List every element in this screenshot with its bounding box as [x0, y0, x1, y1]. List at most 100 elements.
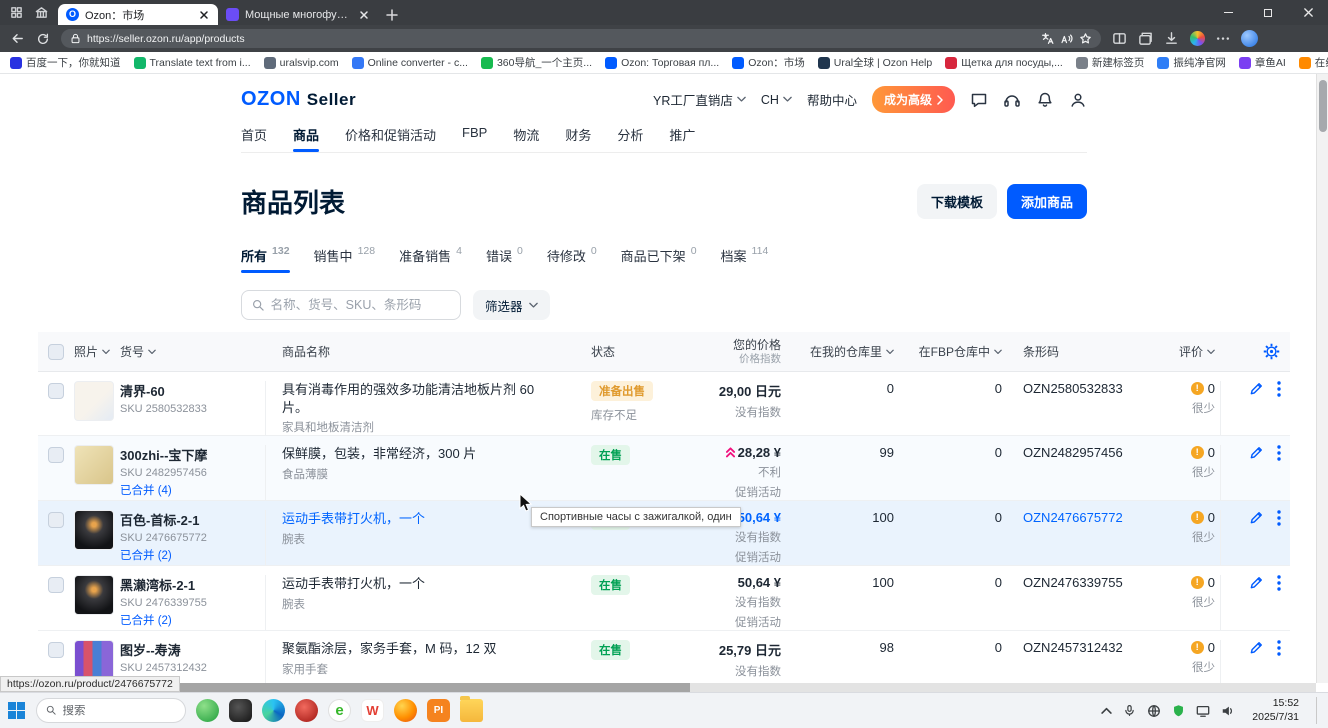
row-menu-kebab-icon[interactable] [1277, 381, 1281, 397]
settings-menu-icon[interactable] [1216, 36, 1230, 41]
translate-icon[interactable] [1041, 32, 1054, 45]
row-menu-kebab-icon[interactable] [1277, 640, 1281, 656]
merged-link[interactable]: 已合并 (4) [120, 482, 255, 498]
product-photo[interactable] [74, 640, 114, 680]
merged-link[interactable]: 已合并 (2) [120, 612, 255, 628]
browser-tab-inactive[interactable]: Мощные многофункциональн... [218, 4, 378, 25]
goods-number[interactable]: 图岁--寿涛 [120, 640, 255, 659]
filters-button[interactable]: 筛选器 [473, 290, 550, 320]
back-icon[interactable] [10, 31, 25, 46]
favorites-star-icon[interactable] [1079, 32, 1092, 45]
nav-pricing-promos[interactable]: 价格和促销活动 [345, 125, 436, 152]
bookmark-item[interactable]: 新建标签页 [1076, 55, 1145, 70]
bookmark-item[interactable]: 在线转换器 - 免费... [1299, 55, 1328, 70]
row-menu-kebab-icon[interactable] [1277, 510, 1281, 526]
edit-pencil-icon[interactable] [1249, 575, 1264, 590]
read-aloud-icon[interactable] [1060, 32, 1073, 45]
nav-home[interactable]: 首页 [241, 125, 267, 152]
e-browser-icon[interactable] [328, 699, 351, 722]
row-checkbox[interactable] [48, 642, 64, 658]
goods-number[interactable]: 百色-首标-2-1 [120, 510, 255, 529]
bell-icon[interactable] [1036, 91, 1054, 109]
product-photo[interactable] [74, 445, 114, 485]
new-tab-icon[interactable] [386, 9, 398, 21]
vertical-scrollbar-thumb[interactable] [1319, 80, 1327, 132]
filter-tab-unlisted[interactable]: 商品已下架0 [621, 246, 697, 273]
nav-products[interactable]: 商品 [293, 125, 319, 152]
bookmark-item[interactable]: Online converter - c... [352, 57, 468, 69]
bookmark-item[interactable]: 章鱼AI [1239, 55, 1286, 70]
table-settings-gear-icon[interactable] [1263, 343, 1280, 360]
product-name-link[interactable]: 运动手表带打火机，一个 [282, 510, 550, 528]
file-explorer-icon[interactable] [460, 699, 483, 722]
col-photo[interactable]: 照片 [74, 343, 118, 360]
bookmark-item[interactable]: 振纯净官网 [1157, 55, 1226, 70]
address-bar[interactable]: https://seller.ozon.ru/app/products [61, 29, 1101, 48]
add-product-button[interactable]: 添加商品 [1007, 184, 1087, 219]
taskbar-search[interactable] [36, 698, 186, 723]
split-screen-icon[interactable] [1112, 31, 1127, 46]
vertical-scrollbar[interactable] [1316, 74, 1328, 683]
product-photo[interactable] [74, 575, 114, 615]
merged-link[interactable]: 已合并 (2) [120, 547, 255, 563]
close-icon[interactable] [1288, 0, 1328, 25]
bookmark-item[interactable]: 360导航_一个主页... [481, 55, 592, 70]
profile-avatar[interactable] [1241, 30, 1258, 47]
filter-tab-selling[interactable]: 销售中128 [314, 246, 376, 273]
filter-tab-all[interactable]: 所有132 [241, 246, 290, 273]
product-name[interactable]: 保鲜膜，包装，非常经济，300 片 [282, 445, 550, 463]
help-center-link[interactable]: 帮助中心 [807, 90, 857, 109]
row-checkbox[interactable] [48, 447, 64, 463]
bookmark-item[interactable]: uralsvip.com [264, 57, 339, 69]
row-checkbox[interactable] [48, 577, 64, 593]
filter-tab-errors[interactable]: 错误0 [486, 246, 523, 273]
col-my-warehouse[interactable]: 在我的仓库里 [786, 343, 896, 360]
tab-close-icon[interactable] [358, 9, 370, 21]
select-all-checkbox[interactable] [48, 344, 64, 360]
edit-pencil-icon[interactable] [1249, 381, 1264, 396]
product-photo[interactable] [74, 510, 114, 550]
nav-finance[interactable]: 财务 [565, 125, 591, 152]
col-goods-no[interactable]: 货号 [118, 343, 266, 360]
row-menu-kebab-icon[interactable] [1277, 575, 1281, 591]
globe-network-icon[interactable] [1147, 704, 1161, 718]
bookmark-item[interactable]: 百度一下，你就知道 [10, 55, 121, 70]
ozon-logo[interactable]: OZONSeller [241, 88, 356, 111]
dark-app-icon[interactable] [229, 699, 252, 722]
barcode-link[interactable]: OZN2476675772 [1023, 510, 1123, 525]
edit-pencil-icon[interactable] [1249, 640, 1264, 655]
goods-number[interactable]: 清界-60 [120, 381, 255, 400]
wps-icon[interactable] [361, 699, 384, 722]
minimize-icon[interactable] [1208, 0, 1248, 25]
tab-close-icon[interactable] [198, 9, 210, 21]
red-app-icon[interactable] [295, 699, 318, 722]
goods-number[interactable]: 300zhi--宝下摩 [120, 445, 255, 464]
building-icon[interactable] [35, 6, 48, 19]
product-name[interactable]: 聚氨酯涂层，家务手套，M 码，12 双 [282, 640, 550, 658]
product-name[interactable]: 运动手表带打火机，一个 [282, 575, 550, 593]
col-rating[interactable]: 评价 [1154, 343, 1220, 360]
tray-chevron-up-icon[interactable] [1101, 707, 1112, 715]
start-button[interactable] [8, 702, 26, 720]
filter-tab-ready[interactable]: 准备销售4 [399, 246, 462, 273]
goods-number[interactable]: 黑濑湾标-2-1 [120, 575, 255, 594]
store-selector[interactable]: YR工厂直销店 [653, 90, 746, 109]
bookmark-item[interactable]: Ozon: Торговая пл... [605, 57, 719, 69]
volume-icon[interactable] [1221, 704, 1235, 718]
search-input[interactable] [271, 298, 450, 312]
product-name[interactable]: 具有消毒作用的强效多功能清洁地板片剂 60 片。 [282, 381, 550, 416]
firefox-icon[interactable] [394, 699, 417, 722]
row-checkbox[interactable] [48, 512, 64, 528]
bookmark-item[interactable]: Щетка для посуды,... [945, 57, 1063, 69]
nav-analytics[interactable]: 分析 [617, 125, 643, 152]
become-premium-button[interactable]: 成为高级 [872, 86, 955, 113]
security-shield-icon[interactable] [1172, 704, 1185, 717]
horizontal-scrollbar[interactable] [0, 683, 1316, 692]
extension-icon[interactable] [1190, 31, 1205, 46]
taskbar-search-input[interactable] [62, 705, 176, 717]
language-selector[interactable]: CH [761, 93, 792, 107]
edge-browser-icon[interactable] [262, 699, 285, 722]
chat-icon[interactable] [970, 91, 988, 109]
pi-app-icon[interactable] [427, 699, 450, 722]
edit-pencil-icon[interactable] [1249, 510, 1264, 525]
